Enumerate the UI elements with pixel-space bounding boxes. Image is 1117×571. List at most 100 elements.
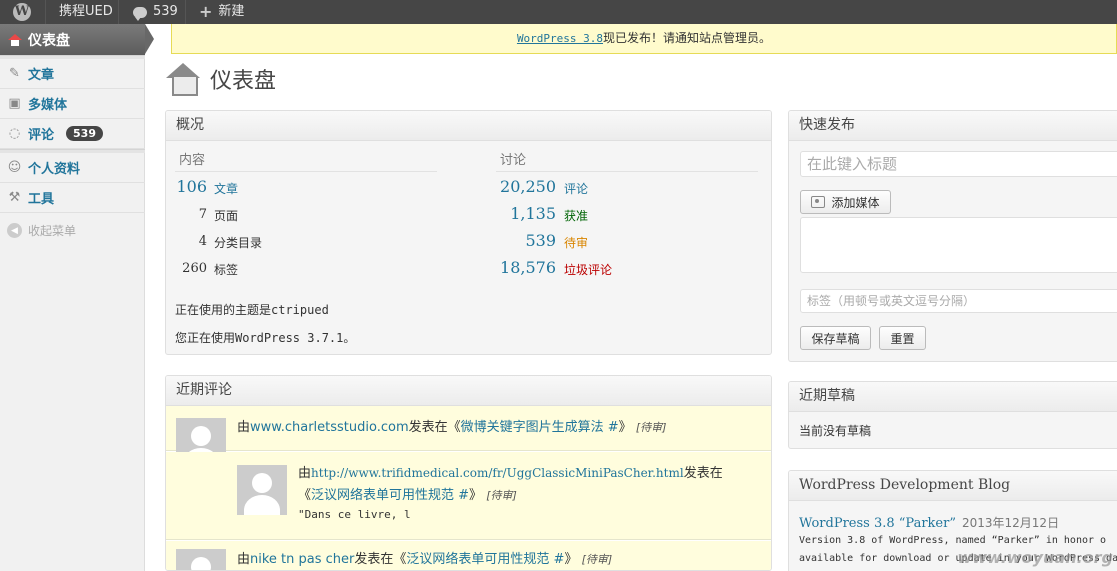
comment-author-link[interactable]: nike tn pas cher xyxy=(250,552,354,567)
column-divider xyxy=(496,171,758,172)
no-drafts-text: 当前没有草稿 xyxy=(799,424,872,438)
save-draft-button[interactable]: 保存草稿 xyxy=(800,326,871,350)
pages-count[interactable]: 7 xyxy=(171,207,207,222)
comments-total-label[interactable]: 评论 xyxy=(564,180,588,197)
dev-blog-title[interactable]: WordPress Development Blog xyxy=(789,471,1117,501)
update-notice: WordPress 3.8现已发布！请通知站点管理员。 xyxy=(171,24,1117,54)
sidebar-item-profile[interactable]: ☺ 个人资料 xyxy=(0,153,145,183)
collapse-arrow-icon: ◀ xyxy=(7,223,22,238)
comment-post-link[interactable]: 泛议网络表单可用性规范 # xyxy=(311,488,469,503)
comment-item: 由nike tn pas cher发表在《泛议网络表单可用性规范 #》 [待审] xyxy=(166,541,771,570)
media-icon xyxy=(811,196,826,208)
comment-post-open: 《 xyxy=(298,488,312,503)
categories-count[interactable]: 4 xyxy=(171,234,207,249)
save-draft-label: 保存草稿 xyxy=(811,331,860,346)
comments-total-count[interactable]: 20,250 xyxy=(466,177,556,196)
plus-icon: + xyxy=(199,2,213,21)
spam-label[interactable]: 垃圾评论 xyxy=(564,261,612,278)
sidebar-item-label: 文章 xyxy=(28,68,55,83)
site-name-link[interactable]: 携程UED xyxy=(59,0,113,24)
avatar xyxy=(237,465,287,515)
comment-author-link[interactable]: www.charletsstudio.com xyxy=(250,420,409,435)
adminbar-divider xyxy=(118,0,119,24)
add-media-label: 添加媒体 xyxy=(831,195,880,210)
watermark: www.woyuan.org xyxy=(957,548,1113,567)
comment-meta: 由www.charletsstudio.com发表在《微博关键字图片生成算法 #… xyxy=(237,416,666,435)
categories-label[interactable]: 分类目录 xyxy=(214,234,262,251)
column-divider xyxy=(175,171,437,172)
comment-bubble-icon xyxy=(133,6,147,21)
tags-count[interactable]: 260 xyxy=(171,261,207,276)
quick-press-title[interactable]: 快速发布 xyxy=(789,111,1117,141)
sidebar-item-dashboard[interactable]: 仪表盘 xyxy=(0,24,154,55)
dashboard-house-icon xyxy=(166,63,200,96)
admin-bar: W 携程UED 539 + 新建 xyxy=(0,0,1117,24)
posts-label[interactable]: 文章 xyxy=(214,180,238,197)
sidebar-item-comments[interactable]: ◌ 评论 539 xyxy=(0,119,145,149)
right-now-title[interactable]: 概况 xyxy=(166,111,771,141)
pages-label[interactable]: 页面 xyxy=(214,207,238,224)
theme-info-text: 正在使用的主题是ctripued xyxy=(175,303,329,317)
blog-post-link[interactable]: WordPress 3.8 “Parker” 2013年12月12日 xyxy=(799,514,1059,531)
pending-label[interactable]: 待审 xyxy=(564,234,588,251)
sidebar-item-label: 仪表盘 xyxy=(28,32,70,49)
approved-label[interactable]: 获准 xyxy=(564,207,588,224)
comment-suffix: 》 xyxy=(618,420,632,435)
comment-suffix: 》 xyxy=(564,552,578,567)
comment-item: 由http://www.trifidmedical.com/fr/UggClas… xyxy=(166,452,771,540)
sidebar-item-posts[interactable]: ✎ 文章 xyxy=(0,59,145,89)
recent-drafts-widget: 近期草稿 当前没有草稿 xyxy=(788,381,1117,449)
comment-post-line: 《泛议网络表单可用性规范 #》 [待审] xyxy=(298,484,517,503)
wp-logo-menu[interactable]: W xyxy=(13,0,31,24)
comment-prefix: 由 xyxy=(298,466,312,481)
content-column-header: 内容 xyxy=(179,153,206,168)
comment-meta: 由nike tn pas cher发表在《泛议网络表单可用性规范 #》 [待审] xyxy=(237,548,612,567)
page-header: 仪表盘 xyxy=(166,63,276,96)
add-media-button[interactable]: 添加媒体 xyxy=(800,190,891,214)
site-name-label: 携程UED xyxy=(59,4,113,19)
spam-count[interactable]: 18,576 xyxy=(466,258,556,277)
comment-prefix: 由 xyxy=(237,552,251,567)
comment-mid-text: 发表在《 xyxy=(354,552,407,567)
update-notice-text: 现已发布！请通知站点管理员。 xyxy=(603,31,772,45)
comment-post-link[interactable]: 泛议网络表单可用性规范 # xyxy=(406,552,564,567)
sidebar-item-label: 多媒体 xyxy=(28,98,68,113)
comment-post-link[interactable]: 微博关键字图片生成算法 # xyxy=(461,420,619,435)
sidebar-item-tools[interactable]: ⚒ 工具 xyxy=(0,183,145,213)
adminbar-comments-link[interactable]: 539 xyxy=(133,0,178,24)
reset-button[interactable]: 重置 xyxy=(879,326,926,350)
comment-excerpt: "Dans ce livre, l xyxy=(298,508,411,521)
version-info-text: 您正在使用WordPress 3.7.1。 xyxy=(175,331,356,345)
comment-mid-text: 发表在《 xyxy=(408,420,461,435)
recent-drafts-title[interactable]: 近期草稿 xyxy=(789,382,1117,412)
sidebar-item-media[interactable]: ▣ 多媒体 xyxy=(0,89,145,119)
reset-label: 重置 xyxy=(890,331,915,346)
collapse-menu-button[interactable]: ◀ 收起菜单 xyxy=(7,222,76,239)
tags-label[interactable]: 标签 xyxy=(214,261,238,278)
recent-comments-title[interactable]: 近期评论 xyxy=(166,376,771,406)
dashboard-house-icon xyxy=(8,33,22,46)
adminbar-new-content[interactable]: + 新建 xyxy=(199,0,244,24)
collapse-menu-label: 收起菜单 xyxy=(28,224,77,238)
users-icon: ☺ xyxy=(7,160,22,175)
admin-sidebar: 仪表盘 ✎ 文章 ▣ 多媒体 ◌ 评论 539 ☺ 个人资料 ⚒ 工具 ◀ 收起… xyxy=(0,24,154,571)
approved-count[interactable]: 1,135 xyxy=(466,204,556,223)
right-now-widget: 概况 内容 讨论 106 文章 7 页面 4 分类目录 260 标签 20,25… xyxy=(165,110,772,355)
sidebar-item-label: 工具 xyxy=(28,192,55,207)
comment-icon: ◌ xyxy=(8,126,21,141)
posts-count[interactable]: 106 xyxy=(171,177,207,196)
adminbar-divider xyxy=(185,0,186,24)
post-content-textarea[interactable] xyxy=(800,217,1117,273)
sidebar-item-label: 个人资料 xyxy=(28,162,81,177)
pending-count[interactable]: 539 xyxy=(466,231,556,250)
update-notice-link[interactable]: WordPress 3.8 xyxy=(517,32,603,45)
recent-comments-widget: 近期评论 由www.charletsstudio.com发表在《微博关键字图片生… xyxy=(165,375,772,571)
comment-status: [待审] xyxy=(635,421,667,434)
comment-author-link[interactable]: http://www.trifidmedical.com/fr/UggClass… xyxy=(311,466,684,480)
comment-meta: 由http://www.trifidmedical.com/fr/UggClas… xyxy=(298,462,723,481)
blog-post-excerpt-line: Version 3.8 of WordPress, named “Parker”… xyxy=(799,535,1107,546)
tags-input[interactable]: 标签（用顿号或英文逗号分隔） xyxy=(800,289,1117,313)
tools-icon: ⚒ xyxy=(8,190,21,205)
pin-icon: ✎ xyxy=(9,66,20,81)
post-title-input[interactable]: 在此键入标题 xyxy=(800,151,1117,177)
